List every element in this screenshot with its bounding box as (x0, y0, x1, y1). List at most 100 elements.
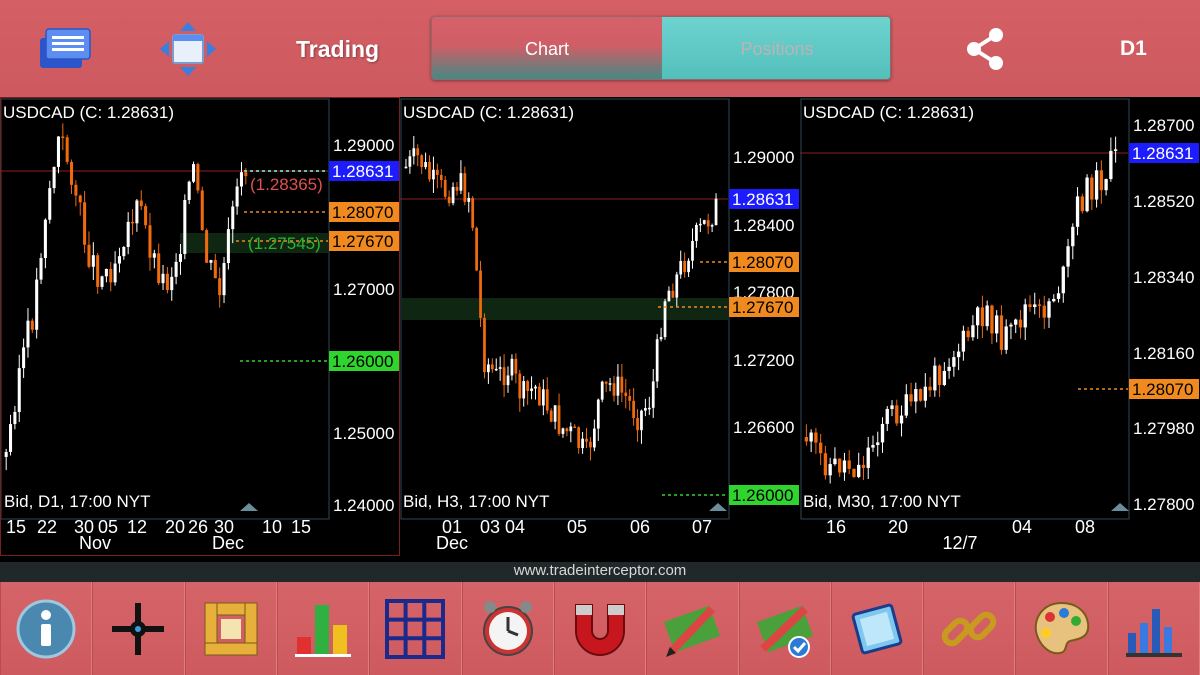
candle-body (100, 276, 104, 287)
time-axis-tick: 16 (826, 517, 846, 537)
candle-body (1071, 226, 1075, 247)
candle-body (420, 155, 424, 168)
menu-icon[interactable] (38, 26, 94, 72)
candle-body (918, 389, 923, 401)
share-icon[interactable] (962, 26, 1008, 72)
timeframe-selector[interactable]: D1 (1120, 37, 1147, 61)
candle-body (655, 339, 659, 382)
tab-chart[interactable]: Chart (432, 17, 662, 79)
candle-body (909, 394, 913, 402)
tab-positions[interactable]: Positions (662, 17, 890, 79)
chart-panel-h3[interactable]: 1.29000 1.28400 1.27800 1.27200 1.26600 1.286… (400, 97, 800, 557)
candle-body (1099, 170, 1104, 191)
candle-body (424, 162, 427, 168)
link-button[interactable] (923, 582, 1016, 675)
candle-body (1094, 170, 1099, 200)
candle-body (871, 445, 875, 448)
candle-body (691, 240, 694, 261)
candle-body (596, 399, 600, 429)
indicators-button[interactable] (276, 582, 370, 675)
chart-analysis-button[interactable] (1107, 582, 1200, 675)
candle-body (35, 279, 39, 330)
candle-body (196, 164, 200, 191)
price-tag-label: 1.28631 (332, 162, 393, 181)
alarm-button[interactable] (461, 582, 554, 675)
grid-layout-button[interactable] (369, 582, 462, 675)
time-axis-tick: 03 (480, 517, 500, 537)
candle-body (695, 224, 698, 241)
candle-body (131, 221, 135, 224)
time-axis-tick: 04 (1012, 517, 1032, 537)
candle-body (490, 364, 494, 370)
chart-d1[interactable]: 1.29000 1.27000 1.25000 1.24000 1.28631 1.280… (0, 97, 400, 557)
candle-body (165, 273, 169, 291)
candle-body (928, 386, 932, 391)
chart-info-label: Bid, M30, 17:00 NYT (803, 492, 961, 511)
candle-body (620, 376, 624, 393)
info-button[interactable] (0, 582, 93, 675)
symbol-label: USDCAD (C: 1.28631) (3, 103, 175, 122)
zone-band (402, 298, 728, 320)
candle-body (139, 200, 143, 207)
candle-body (1080, 196, 1084, 212)
candle-body (565, 428, 569, 432)
chart-analysis-icon (1125, 608, 1182, 657)
candle-body (659, 337, 663, 340)
drawing-settings-button[interactable] (738, 582, 831, 675)
candle-body (999, 315, 1004, 350)
candle-body (923, 386, 927, 401)
price-annotation: (1.27545) (248, 234, 321, 253)
candle-body (70, 161, 74, 185)
link-icon (942, 611, 997, 646)
candle-body (471, 198, 475, 228)
chart-m30[interactable]: 1.28700 1.28520 1.28340 1.28160 1.27980 1.278… (800, 97, 1200, 557)
candle-body (828, 464, 832, 476)
price-tag-label: 1.28631 (732, 190, 793, 209)
candle-body (971, 325, 975, 338)
bottom-toolbar (0, 582, 1200, 675)
ruler-button[interactable] (184, 582, 277, 675)
timeline-handle (709, 503, 727, 511)
price-tag-label: 1.28070 (1132, 380, 1193, 399)
candle-body (1052, 298, 1056, 302)
crosshair-button[interactable] (92, 582, 185, 675)
move-arrows-icon[interactable] (158, 20, 218, 78)
time-axis-tick: 07 (692, 517, 712, 537)
chart-panel-m30[interactable]: 1.28700 1.28520 1.28340 1.28160 1.27980 1.278… (800, 97, 1200, 557)
candle-body (809, 432, 813, 442)
chart-panel-d1[interactable]: 1.29000 1.27000 1.25000 1.24000 1.28631 1.280… (0, 97, 400, 557)
info-icon (16, 599, 76, 658)
candle-body (933, 365, 937, 391)
candle-body (1061, 266, 1065, 294)
candle-body (612, 383, 616, 396)
price-axis-tick: 1.27000 (333, 280, 394, 299)
magnet-button[interactable] (553, 582, 647, 675)
candle-body (636, 418, 639, 431)
candle-body (222, 263, 226, 296)
drawing-tools-button[interactable] (646, 582, 739, 675)
top-app-bar: Trading Chart Positions D1 (0, 0, 1200, 97)
candle-body (435, 169, 439, 175)
candle-body (506, 375, 510, 386)
time-axis-month: 12/7 (942, 533, 977, 553)
price-tag-label: 1.28631 (1132, 144, 1193, 163)
symbol-label: USDCAD (C: 1.28631) (403, 103, 575, 122)
candle-body (1056, 293, 1061, 299)
candle-body (432, 169, 435, 180)
candle-body (117, 256, 121, 264)
footer-url[interactable]: www.tradeinterceptor.com (0, 562, 1200, 582)
candle-body (956, 351, 961, 358)
chart-h3[interactable]: 1.290001.284001.278001.272001.266001.286… (400, 97, 800, 557)
candle-body (706, 220, 710, 227)
templates-button[interactable] (830, 582, 924, 675)
candle-body (553, 405, 557, 422)
palette-button[interactable] (1015, 582, 1108, 675)
candle-body (4, 451, 8, 457)
candle-body (200, 190, 204, 231)
candle-body (39, 258, 43, 280)
price-axis-tick: 1.25000 (333, 424, 394, 443)
candle-body (838, 458, 842, 473)
candle-body (412, 148, 416, 157)
time-axis-tick: 15 (6, 517, 26, 537)
timeline-handle (1111, 503, 1129, 511)
